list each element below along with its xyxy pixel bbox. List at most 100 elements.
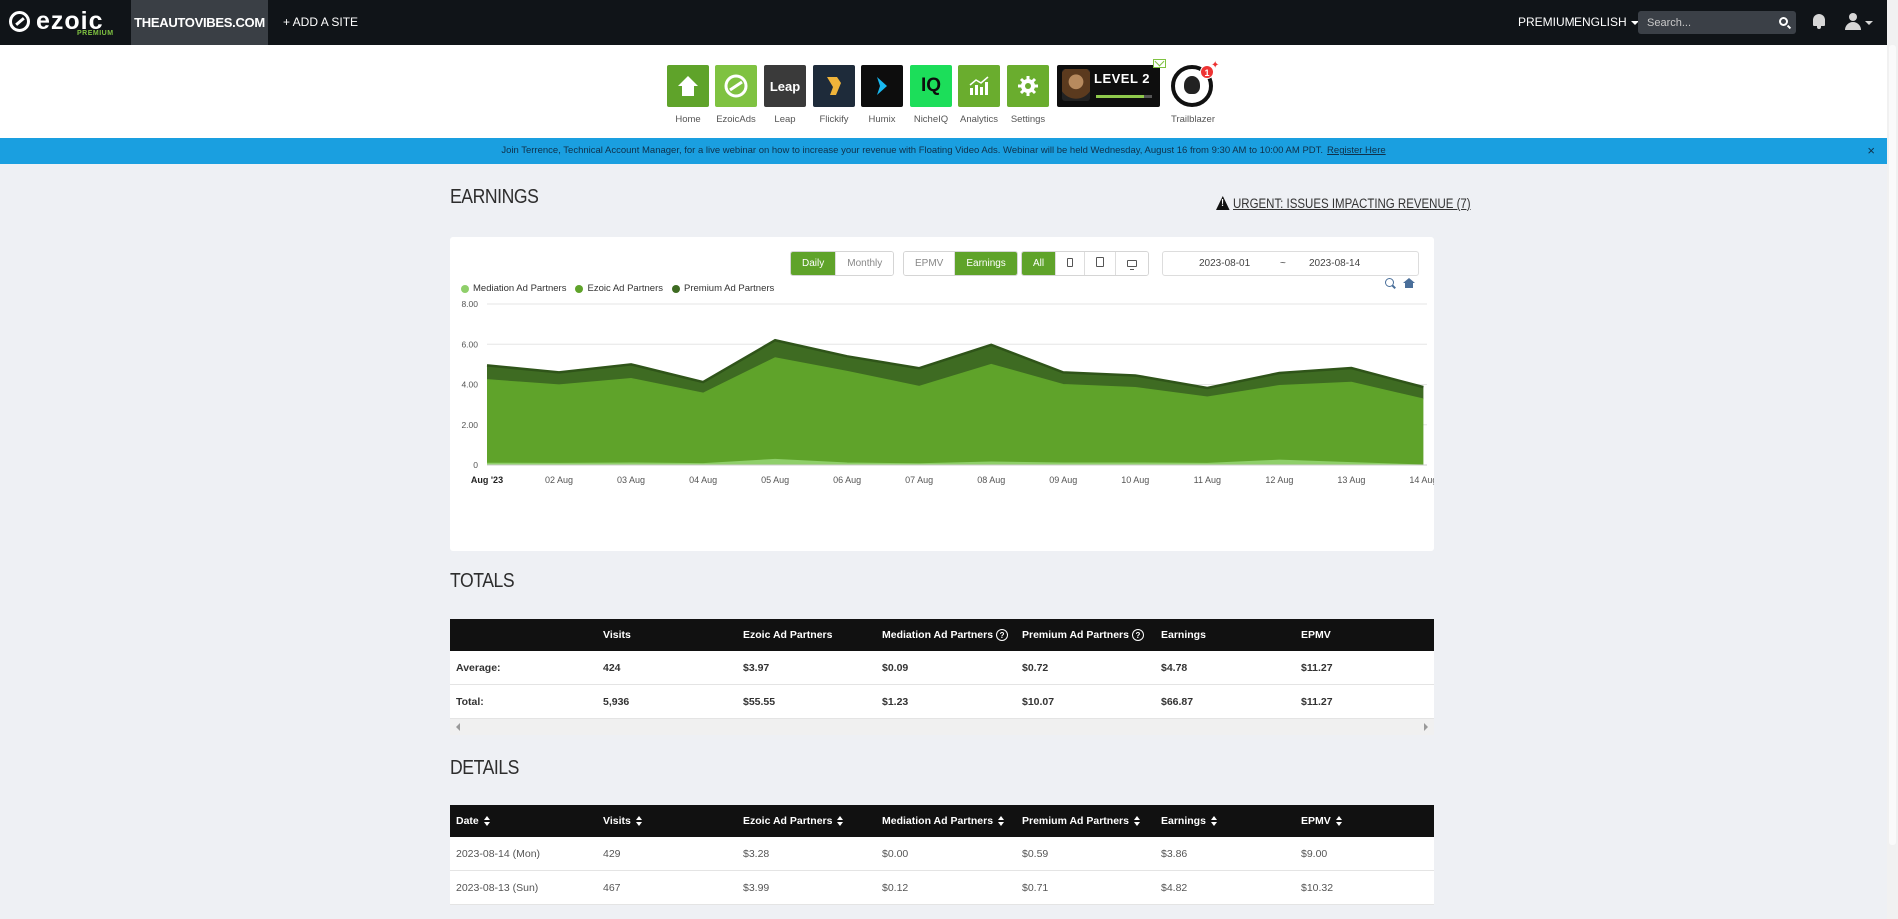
- app-launcher-bar: Home EzoicAds Leap Leap Flickify Humix IQ Niche…: [0, 45, 1887, 138]
- sort-icon[interactable]: [1210, 815, 1217, 827]
- app-nicheiq[interactable]: IQ NicheIQ: [910, 65, 952, 125]
- table-cell: $9.00: [1301, 847, 1328, 860]
- desktop-icon: [1127, 260, 1138, 270]
- table-cell: $0.00: [882, 847, 909, 860]
- table-cell: $66.87: [1161, 695, 1194, 708]
- x-tick-label: Aug '23: [471, 475, 503, 485]
- ezoic-logo[interactable]: ezoic PREMIUM: [9, 6, 119, 38]
- level-badge[interactable]: LEVEL 2: [1057, 65, 1160, 107]
- legend-item[interactable]: Ezoic Ad Partners: [575, 283, 663, 294]
- scroll-left-icon[interactable]: [456, 723, 460, 731]
- table-cell: $0.12: [882, 881, 909, 894]
- table-cell: $0.72: [1022, 661, 1049, 674]
- sort-icon[interactable]: [1133, 815, 1140, 827]
- search-icon[interactable]: [1779, 17, 1788, 26]
- x-tick-label: 10 Aug: [1121, 475, 1149, 485]
- column-header[interactable]: Ezoic Ad Partners: [743, 805, 844, 837]
- trailblazer-app[interactable]: 1 ✦ Trailblazer: [1171, 60, 1219, 125]
- sort-icon[interactable]: [483, 815, 490, 827]
- column-header[interactable]: Premium Ad Partners: [1022, 805, 1140, 837]
- ezoic-logo-icon: [9, 11, 30, 32]
- column-header[interactable]: Mediation Ad Partners: [882, 805, 1005, 837]
- y-tick-label: 8.00: [461, 299, 478, 309]
- column-header: Earnings: [1161, 619, 1206, 651]
- column-header: Premium Ad Partners?: [1022, 619, 1144, 651]
- column-header-label: Mediation Ad Partners: [882, 629, 994, 641]
- mobile-button[interactable]: [1055, 252, 1085, 275]
- add-site-link[interactable]: + ADD A SITE: [283, 0, 358, 45]
- column-header[interactable]: EPMV: [1301, 805, 1342, 837]
- period-toggle: Daily Monthly: [790, 251, 895, 276]
- x-tick-label: 04 Aug: [689, 475, 717, 485]
- help-icon[interactable]: ?: [996, 629, 1009, 641]
- monthly-button[interactable]: Monthly: [835, 252, 894, 275]
- table-cell: $55.55: [743, 695, 776, 708]
- column-header-label: Visits: [603, 815, 631, 827]
- device-toggle: All: [1021, 251, 1150, 276]
- table-cell: Average:: [456, 661, 501, 674]
- table-row: 2023-08-14 (Mon) 429 $3.28 $0.00 $0.59 $3.86 $…: [450, 837, 1434, 871]
- close-icon[interactable]: ×: [1867, 138, 1875, 164]
- column-header[interactable]: Date: [456, 805, 490, 837]
- column-header[interactable]: Earnings: [1161, 805, 1217, 837]
- site-selector[interactable]: THEAUTOVIBES.COM: [131, 0, 268, 45]
- scroll-right-icon[interactable]: [1424, 723, 1428, 731]
- all-devices-button[interactable]: All: [1022, 252, 1056, 275]
- flickify-icon: [813, 65, 855, 107]
- app-humix[interactable]: Humix: [861, 65, 903, 125]
- ezoicads-icon: [715, 65, 757, 107]
- table-cell: $1.23: [882, 695, 909, 708]
- x-tick-label: 08 Aug: [977, 475, 1005, 485]
- page-scrollbar[interactable]: [1887, 0, 1898, 919]
- sort-icon[interactable]: [635, 815, 642, 827]
- earnings-chart-card: Daily Monthly EPMV Earnings All 2023-08-…: [450, 237, 1434, 551]
- help-icon[interactable]: ?: [1131, 629, 1144, 641]
- column-header[interactable]: Visits: [603, 805, 642, 837]
- app-home[interactable]: Home: [667, 65, 709, 125]
- app-flickify[interactable]: Flickify: [813, 65, 855, 125]
- daily-button[interactable]: Daily: [791, 252, 836, 275]
- search-input[interactable]: [1638, 11, 1768, 34]
- urgent-issues-label: URGENT: ISSUES IMPACTING REVENUE (7): [1233, 196, 1471, 211]
- earnings-title: EARNINGS: [450, 186, 539, 208]
- sort-icon[interactable]: [1335, 815, 1342, 827]
- language-dropdown[interactable]: ENGLISH: [1574, 0, 1639, 45]
- table-cell: 424: [603, 661, 621, 674]
- urgent-issues-link[interactable]: URGENT: ISSUES IMPACTING REVENUE (7): [1216, 196, 1471, 211]
- app-leap[interactable]: Leap Leap: [764, 65, 806, 125]
- app-ezoicads[interactable]: EzoicAds: [715, 65, 757, 125]
- app-analytics[interactable]: Analytics: [958, 65, 1000, 125]
- app-settings[interactable]: Settings: [1007, 65, 1049, 125]
- notification-bell-icon[interactable]: [1812, 14, 1826, 30]
- table-row: Average: 424 $3.97 $0.09 $0.72 $4.78 $11.27: [450, 651, 1434, 685]
- sort-icon[interactable]: [837, 815, 844, 827]
- legend-item[interactable]: Mediation Ad Partners: [461, 283, 566, 294]
- search-box: [1638, 11, 1796, 34]
- app-label: Settings: [1010, 114, 1046, 125]
- column-header: Mediation Ad Partners?: [882, 619, 1009, 651]
- column-header-label: Mediation Ad Partners: [882, 815, 994, 827]
- page-scrollbar-thumb[interactable]: [1889, 45, 1896, 845]
- zoom-icon[interactable]: [1385, 278, 1394, 287]
- app-glyph: Leap: [769, 78, 801, 94]
- epmv-button[interactable]: EPMV: [904, 252, 955, 275]
- desktop-button[interactable]: [1115, 252, 1149, 275]
- column-header-label: Ezoic Ad Partners: [743, 629, 833, 641]
- premium-link[interactable]: PREMIUM: [1518, 0, 1575, 45]
- x-tick-label: 05 Aug: [761, 475, 789, 485]
- sort-icon[interactable]: [998, 815, 1005, 827]
- legend-item[interactable]: Premium Ad Partners: [672, 283, 774, 294]
- column-header: Visits: [603, 619, 631, 651]
- horizontal-scrollbar[interactable]: [450, 719, 1434, 735]
- chevron-down-icon[interactable]: [1865, 21, 1873, 25]
- register-here-link[interactable]: Register Here: [1327, 145, 1386, 156]
- x-tick-label: 07 Aug: [905, 475, 933, 485]
- mail-icon[interactable]: [1153, 59, 1166, 68]
- reset-zoom-home-icon[interactable]: [1403, 278, 1415, 289]
- user-account-icon[interactable]: [1845, 13, 1861, 31]
- tablet-button[interactable]: [1084, 252, 1116, 275]
- earnings-button[interactable]: Earnings: [954, 252, 1017, 275]
- date-range-picker[interactable]: 2023-08-01 ~ 2023-08-14: [1162, 251, 1419, 276]
- y-tick-label: 0: [473, 460, 478, 470]
- table-cell: $3.97: [743, 661, 770, 674]
